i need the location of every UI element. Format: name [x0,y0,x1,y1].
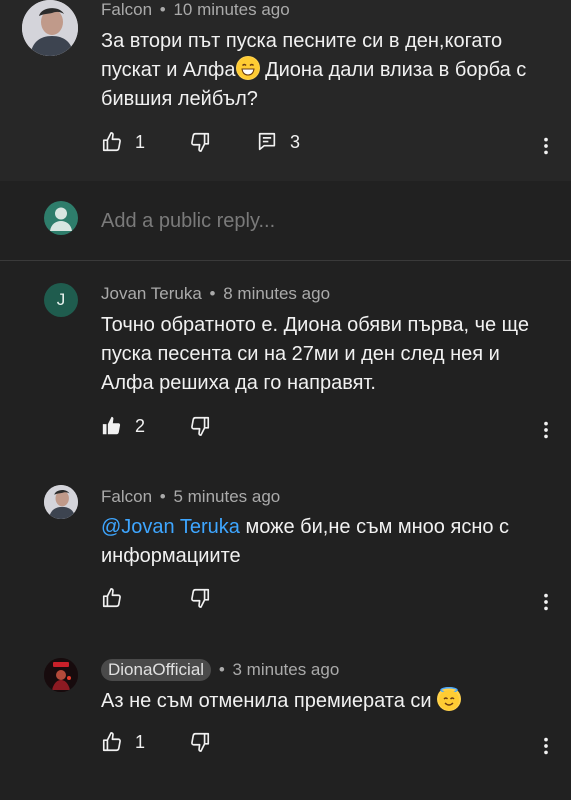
avatar-falcon-image [22,0,78,56]
reply-actions [0,587,571,617]
reply-time[interactable]: 3 minutes ago [233,660,340,679]
like-icon [101,587,123,609]
reply-actions: 2 [0,415,571,445]
more-options-button[interactable] [531,131,561,161]
like-count: 1 [135,131,146,152]
reply-input-bar [0,181,571,261]
reply-time[interactable]: 8 minutes ago [223,284,330,303]
avatar-falcon[interactable] [44,485,78,519]
reply-time[interactable]: 5 minutes ago [173,487,280,506]
more-options-button[interactable] [531,415,561,445]
avatar-falcon-image [44,485,78,519]
dislike-icon [189,587,211,609]
dislike-button[interactable] [189,587,211,609]
meta-separator: • [159,0,166,19]
reply-text: Аз не съм отменила премиерата си [101,687,541,716]
like-button[interactable]: 1 [101,731,145,753]
like-icon [101,131,123,153]
avatar-jovan[interactable]: J [44,283,78,317]
like-button[interactable]: 2 [101,415,145,437]
meta-separator: • [209,284,216,303]
dislike-icon [189,731,211,753]
comment-author[interactable]: Falcon [101,0,152,19]
reply-count: 3 [290,131,301,152]
avatar-letter: J [56,290,66,309]
halo-emoji-icon [437,687,462,711]
grinning-emoji-icon [235,56,260,80]
reply-icon [256,131,278,153]
more-icon [535,735,557,757]
user-avatar [44,201,78,235]
reply-button[interactable]: 3 [256,131,300,153]
avatar-diona-image [44,658,78,692]
user-mention-link[interactable]: @Jovan Teruka [101,516,240,538]
meta-separator: • [218,660,225,679]
like-filled-icon [101,415,123,437]
more-icon [535,135,557,157]
like-button[interactable] [101,587,123,609]
reply-text: Точно обратното е. Диона обяви първа, че… [101,314,530,394]
meta-separator: • [159,487,166,506]
like-button[interactable]: 1 [101,131,145,153]
more-icon [535,591,557,613]
like-count: 2 [135,415,146,436]
dislike-icon [189,131,211,153]
dislike-button[interactable] [189,731,211,753]
dislike-button[interactable] [189,415,211,437]
reply-actions: 1 [0,731,571,761]
more-options-button[interactable] [531,587,561,617]
dislike-icon [189,415,211,437]
like-icon [101,731,123,753]
channel-owner-badge[interactable]: DionaOfficial [101,659,212,681]
dislike-button[interactable] [189,131,211,153]
more-options-button[interactable] [531,731,561,761]
reply-author[interactable]: Jovan Teruka [101,284,202,303]
more-icon [535,419,557,441]
reply-text-body: Аз не съм отменила премиерата си [101,690,438,712]
avatar-falcon[interactable] [22,0,78,56]
like-count: 1 [135,731,146,752]
comment-text: За втори път пуска песните си в ден,кога… [101,27,551,114]
comment-time[interactable]: 10 minutes ago [173,0,289,19]
comment-actions: 1 3 [0,131,571,161]
reply-input[interactable]: Add a public reply... [101,210,275,233]
reply-text: @Jovan Teruka може би,не съм мноо ясно с… [101,513,541,571]
reply-author[interactable]: Falcon [101,487,152,506]
avatar-diona[interactable] [44,658,78,692]
person-icon [50,207,72,231]
